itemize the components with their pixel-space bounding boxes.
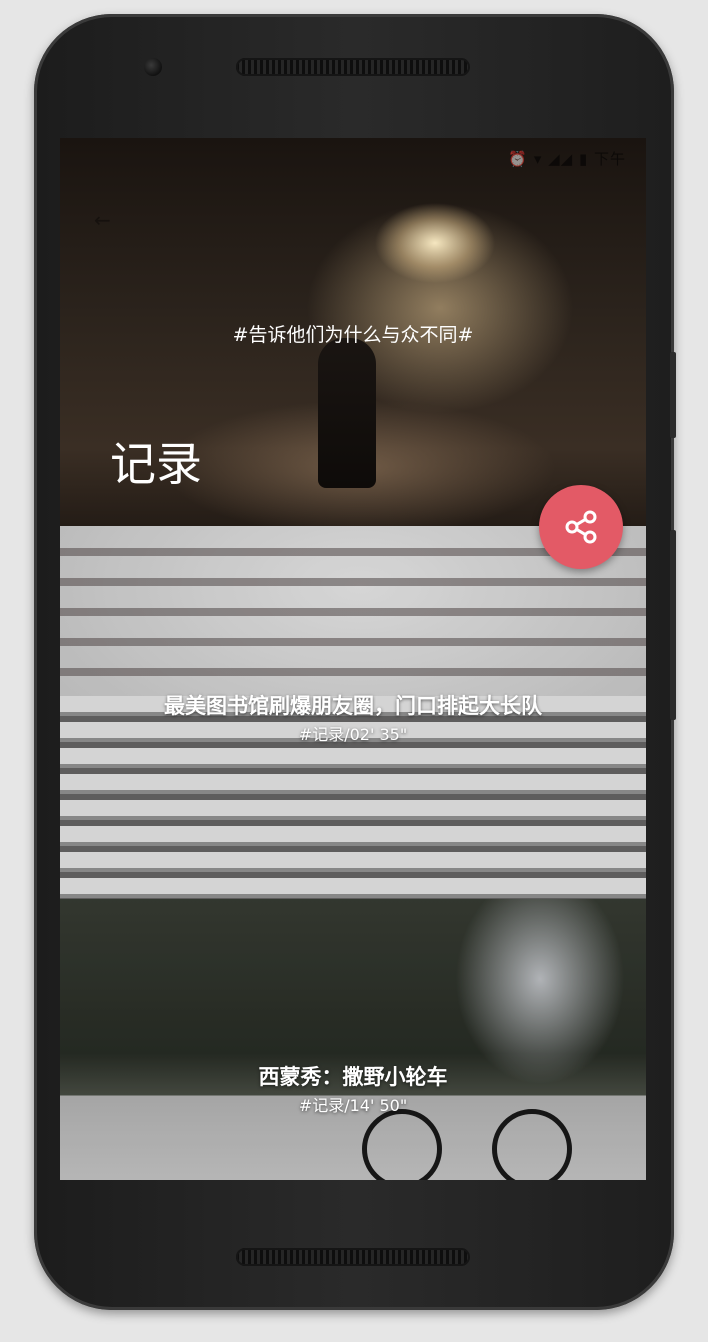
back-arrow-icon[interactable]: ←	[94, 208, 114, 232]
status-bar: ⏰ ▾ ◢◢ ▮ 下午	[508, 150, 626, 168]
cave-figure-image	[318, 338, 376, 488]
header-banner: ⏰ ▾ ◢◢ ▮ 下午 ← #告诉他们为什么与众不同# 记录	[60, 138, 646, 526]
power-button	[670, 352, 676, 438]
card-overlay	[60, 899, 646, 1180]
front-camera	[144, 58, 162, 76]
bottom-speaker	[236, 1248, 470, 1266]
top-speaker	[236, 58, 470, 76]
card-meta: #记录/14' 50"	[298, 1096, 408, 1115]
app-screen: ⏰ ▾ ◢◢ ▮ 下午 ← #告诉他们为什么与众不同# 记录 最美图书馆刷爆朋友…	[60, 138, 646, 1180]
share-icon	[565, 510, 597, 544]
card-title: 西蒙秀：撒野小轮车	[258, 1065, 448, 1089]
card-title: 最美图书馆刷爆朋友圈，门口排起大长队	[164, 694, 542, 718]
card-meta: #记录/02' 35"	[298, 725, 408, 744]
volume-button	[670, 530, 676, 720]
header-slogan: #告诉他们为什么与众不同#	[232, 324, 474, 346]
video-card-library[interactable]: 最美图书馆刷爆朋友圈，门口排起大长队 #记录/02' 35"	[60, 526, 646, 899]
video-card-bmx[interactable]: 西蒙秀：撒野小轮车 #记录/14' 50"	[60, 899, 646, 1180]
page-title: 记录	[110, 437, 202, 491]
share-button[interactable]	[539, 485, 623, 569]
